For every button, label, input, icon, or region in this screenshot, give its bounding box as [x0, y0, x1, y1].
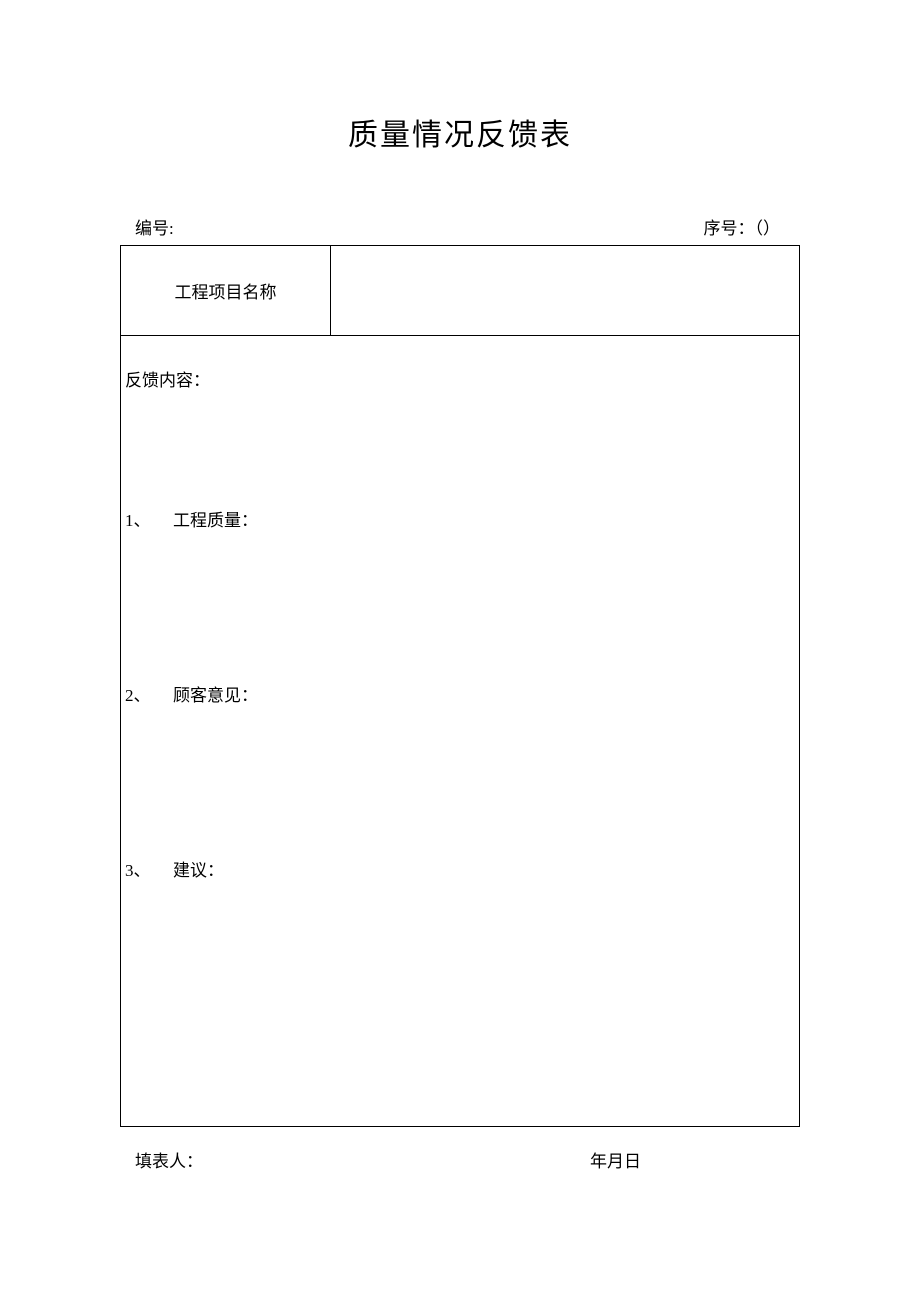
form-title: 质量情况反馈表: [120, 110, 800, 154]
sequence-number-label: 序号：（）: [704, 214, 791, 239]
item-engineering-quality: 1、 工程质量：: [125, 506, 795, 531]
item-suggestion: 3、 建议：: [125, 856, 795, 881]
serial-number-label: 编号:: [130, 214, 174, 239]
date-label: 年月日: [590, 1147, 790, 1172]
document-page: 质量情况反馈表 编号: 序号：（） 工程项目名称 反馈内容： 1、 工程质量： …: [0, 0, 920, 1172]
feedback-content-section: 反馈内容： 1、 工程质量： 2、 顾客意见： 3、 建议：: [121, 336, 799, 1126]
item-number-2: 2、: [125, 681, 173, 706]
project-name-label: 工程项目名称: [121, 246, 331, 335]
header-row: 编号: 序号：（）: [120, 214, 800, 245]
feedback-content-label: 反馈内容：: [125, 366, 795, 391]
item-label-customer-opinion: 顾客意见：: [173, 681, 258, 706]
item-number-1: 1、: [125, 506, 173, 531]
item-label-suggestion: 建议：: [173, 856, 224, 881]
item-label-engineering-quality: 工程质量：: [173, 506, 258, 531]
project-name-row: 工程项目名称: [121, 246, 799, 336]
filler-name-label: 填表人：: [130, 1147, 590, 1172]
footer-row: 填表人： 年月日: [120, 1127, 800, 1172]
item-customer-opinion: 2、 顾客意见：: [125, 681, 795, 706]
project-name-value[interactable]: [331, 246, 799, 335]
form-table: 工程项目名称 反馈内容： 1、 工程质量： 2、 顾客意见： 3、 建议：: [120, 245, 800, 1127]
item-number-3: 3、: [125, 856, 173, 881]
